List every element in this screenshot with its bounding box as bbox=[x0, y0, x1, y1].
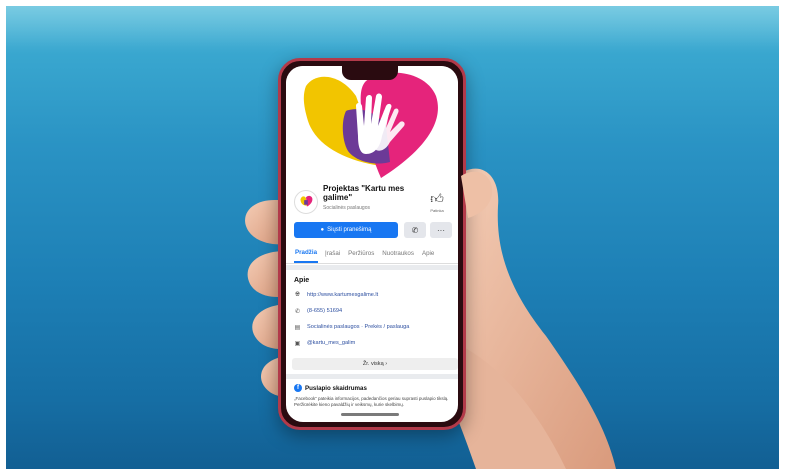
website-row[interactable]: 🌐︎ http://www.kartumesgalime.lt bbox=[294, 287, 450, 303]
facebook-icon: f bbox=[294, 384, 302, 392]
category-icon: ▤ bbox=[294, 324, 301, 331]
section-divider bbox=[286, 374, 458, 379]
tab-photos[interactable]: Nuotraukos bbox=[381, 245, 415, 262]
background-scene: Projektas "Kartu mes galime" Socialinės … bbox=[6, 6, 779, 469]
section-divider bbox=[286, 265, 458, 270]
about-title: Apie bbox=[294, 277, 310, 284]
more-icon: ··· bbox=[437, 225, 445, 235]
transparency-title: Puslapio skaidrumas bbox=[305, 384, 367, 392]
action-buttons: ● Siųsti pranešimą ✆ ··· bbox=[294, 222, 456, 238]
page-avatar[interactable] bbox=[294, 190, 318, 214]
transparency-title-row[interactable]: f Puslapio skaidrumas bbox=[294, 384, 450, 392]
page-header: Projektas "Kartu mes galime" Socialinės … bbox=[286, 180, 458, 216]
category-row[interactable]: ▤ Socialinės paslaugos · Prekės / paslau… bbox=[294, 319, 450, 335]
tab-reviews[interactable]: Peržiūros bbox=[347, 245, 375, 262]
website-link[interactable]: http://www.kartumesgalime.lt bbox=[307, 292, 378, 298]
phone-notch bbox=[342, 66, 398, 80]
phone-icon: ✆ bbox=[294, 308, 301, 315]
tab-about[interactable]: Apie bbox=[421, 245, 435, 262]
like-label: Patinka bbox=[430, 208, 444, 213]
call-button[interactable]: ✆ bbox=[404, 222, 426, 238]
page-tabs: Pradžia Įrašai Peržiūros Nuotraukos Apie bbox=[286, 244, 458, 264]
thumbs-up-icon: 👍︎ bbox=[430, 191, 444, 206]
more-options-button[interactable]: ··· bbox=[430, 222, 452, 238]
tab-home[interactable]: Pradžia bbox=[294, 244, 319, 263]
send-message-button[interactable]: ● Siųsti pranešimą bbox=[294, 222, 398, 238]
instagram-handle[interactable]: @kartu_mes_galim bbox=[307, 340, 355, 346]
phone-number[interactable]: (8-655) 51694 bbox=[307, 308, 342, 314]
cover-photo[interactable] bbox=[286, 66, 458, 184]
transparency-text: „Facebook“ pateikia informacijos, padeda… bbox=[294, 396, 449, 407]
phone-icon: ✆ bbox=[411, 225, 419, 235]
page-name: Projektas "Kartu mes galime" bbox=[323, 184, 405, 202]
like-button[interactable]: 👍︎ Patinka bbox=[426, 190, 448, 213]
instagram-icon: ▣ bbox=[294, 340, 301, 347]
phone-row[interactable]: ✆ (8-655) 51694 bbox=[294, 303, 450, 319]
send-message-label: Siųsti pranešimą bbox=[327, 227, 372, 233]
see-all-button[interactable]: Žr. viską › bbox=[292, 358, 458, 370]
smartphone: Projektas "Kartu mes galime" Socialinės … bbox=[278, 58, 466, 430]
phone-screen: Projektas "Kartu mes galime" Socialinės … bbox=[286, 66, 458, 422]
category-link[interactable]: Socialinės paslaugos · Prekės / paslauga bbox=[307, 324, 409, 330]
tab-posts[interactable]: Įrašai bbox=[324, 245, 341, 262]
page-category: Socialinės paslaugos bbox=[323, 205, 370, 211]
home-indicator bbox=[341, 413, 399, 416]
globe-icon: 🌐︎ bbox=[295, 291, 300, 298]
messenger-icon: ● bbox=[320, 227, 325, 233]
instagram-row[interactable]: ▣ @kartu_mes_galim bbox=[294, 335, 450, 351]
